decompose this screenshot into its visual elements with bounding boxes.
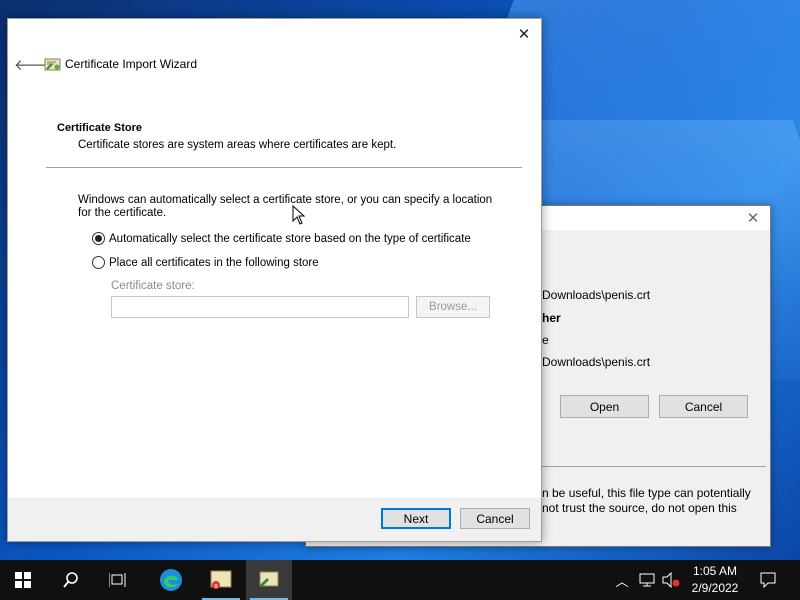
- radio-place-in-store[interactable]: Place all certificates in the following …: [92, 256, 319, 269]
- close-icon[interactable]: ✕: [746, 209, 760, 227]
- close-icon[interactable]: ✕: [517, 25, 531, 43]
- system-clock[interactable]: 1:05 AM 2/9/2022: [686, 563, 744, 597]
- cancel-button[interactable]: Cancel: [659, 395, 748, 418]
- search-icon[interactable]: [48, 560, 94, 600]
- mouse-cursor-icon: [292, 205, 306, 225]
- section-heading: Certificate Store: [57, 122, 142, 134]
- radio-auto-select[interactable]: Automatically select the certificate sto…: [92, 232, 471, 245]
- certificate-icon: [44, 58, 61, 71]
- task-view-icon[interactable]: [95, 560, 141, 600]
- chevron-up-icon[interactable]: ︿: [612, 560, 632, 600]
- warning-line: not trust the source, do not open this: [542, 501, 737, 515]
- divider: [542, 466, 766, 467]
- clock-date: 2/9/2022: [691, 581, 739, 595]
- taskbar: x ︿ 1:05 AM 2/9/2022: [0, 560, 800, 600]
- certificate-app-icon[interactable]: x: [198, 560, 244, 600]
- windows-start-icon[interactable]: [0, 560, 46, 600]
- next-button[interactable]: Next: [381, 508, 451, 529]
- radio-auto-label[interactable]: Automatically select the certificate sto…: [109, 233, 471, 245]
- from-path-text: Downloads\penis.crt: [542, 355, 651, 369]
- clock-time: 1:05 AM: [692, 564, 738, 578]
- volume-muted-icon[interactable]: [660, 560, 682, 600]
- network-icon[interactable]: [636, 560, 658, 600]
- type-label: e: [542, 333, 549, 347]
- security-warning-text: n be useful, this file type can potentia…: [542, 486, 764, 516]
- certificate-import-wizard: ✕ 🡐 Certificate Import Wizard Certificat…: [7, 18, 542, 542]
- browse-button: Browse...: [416, 296, 490, 318]
- radio-button-checked[interactable]: [92, 232, 105, 245]
- notifications-icon[interactable]: [756, 560, 780, 600]
- section-subtitle: Certificate stores are system areas wher…: [78, 139, 397, 151]
- radio-place-label[interactable]: Place all certificates in the following …: [109, 257, 319, 269]
- cancel-button[interactable]: Cancel: [460, 508, 530, 529]
- divider: [46, 167, 522, 168]
- svg-text:x: x: [214, 582, 218, 590]
- edge-icon[interactable]: [148, 560, 194, 600]
- wizard-footer: Next Cancel: [8, 498, 541, 541]
- file-path-text: Downloads\penis.crt: [542, 288, 651, 302]
- certificate-store-input: [111, 296, 409, 318]
- warning-line: n be useful, this file type can potentia…: [542, 486, 751, 500]
- certificate-store-label: Certificate store:: [111, 280, 195, 292]
- wizard-title: Certificate Import Wizard: [65, 57, 198, 71]
- certificate-wizard-icon[interactable]: [246, 560, 292, 600]
- radio-button-unchecked[interactable]: [92, 256, 105, 269]
- publisher-label: her: [542, 311, 561, 325]
- open-button[interactable]: Open: [560, 395, 649, 418]
